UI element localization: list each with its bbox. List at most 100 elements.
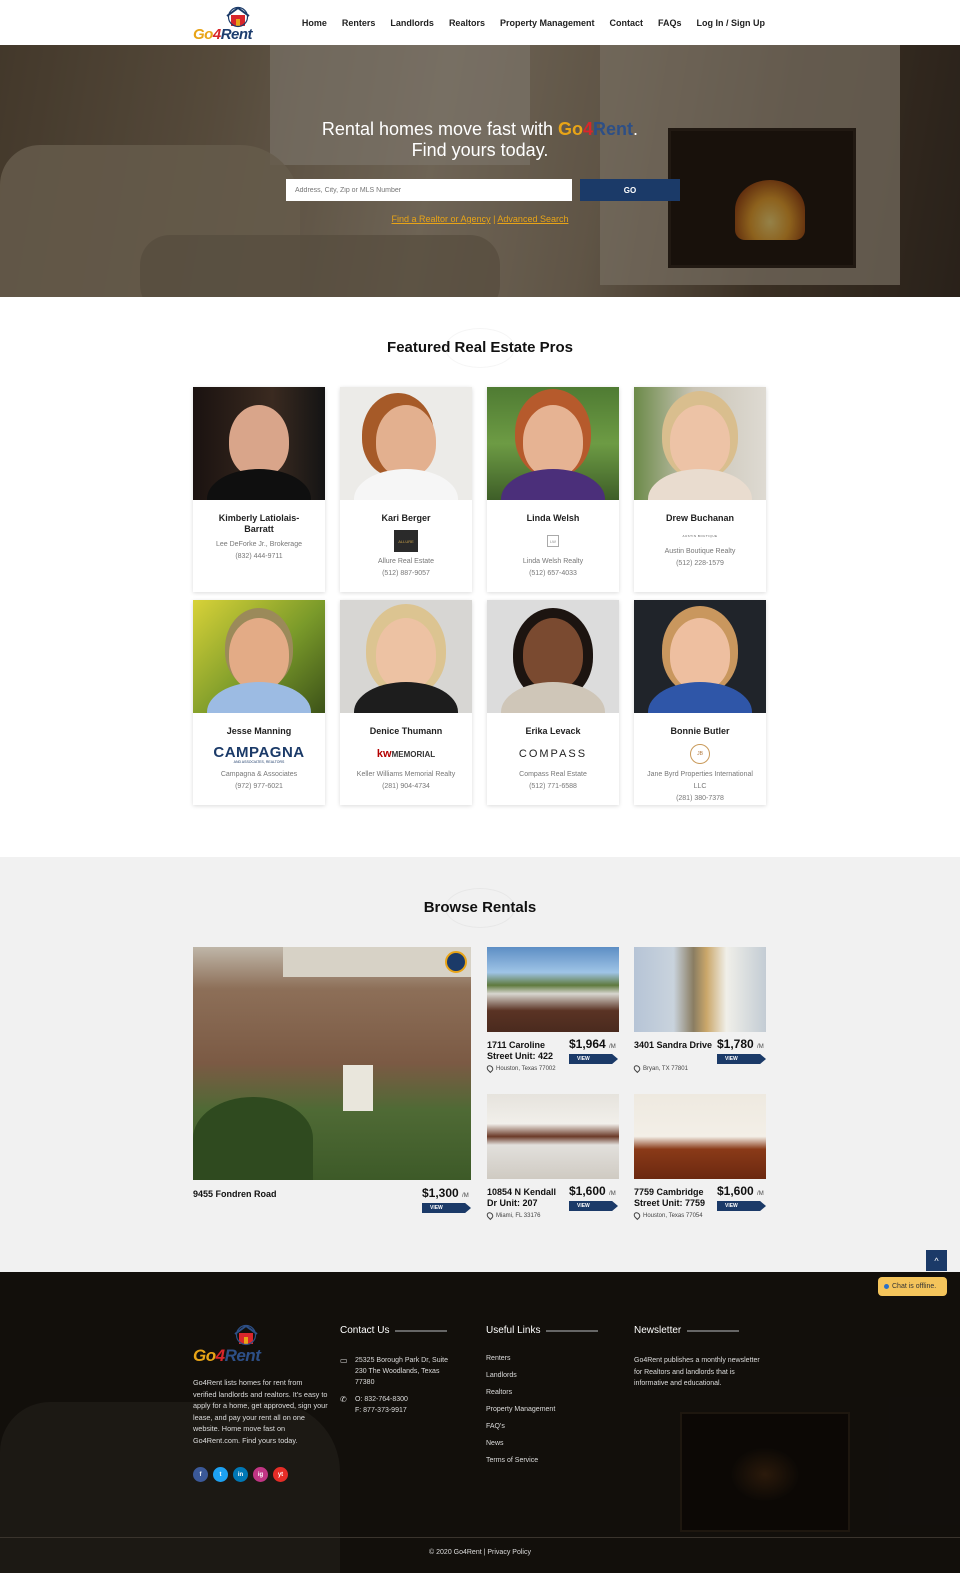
agent-name: Drew Buchanan bbox=[665, 513, 734, 523]
agent-name: Linda Welsh bbox=[526, 513, 580, 523]
rental-title[interactable]: 1711 Caroline Street Unit: 422 bbox=[487, 1040, 567, 1062]
footer-link-terms[interactable]: Terms of Service bbox=[486, 1457, 555, 1474]
hero-headline: Rental homes move fast with Go4Rent. Fin… bbox=[321, 119, 639, 160]
footer-phone: ✆ O: 832-764-8300 F: 877-373-9917 bbox=[340, 1395, 408, 1414]
agent-brokerage-logo: JB bbox=[634, 743, 766, 765]
rental-photo[interactable] bbox=[193, 947, 471, 1180]
site-footer: Go4Rent Go4Rent lists homes for rent fro… bbox=[0, 1272, 960, 1573]
nav-faqs[interactable]: FAQs bbox=[658, 18, 682, 28]
rental-photo[interactable] bbox=[634, 947, 766, 1032]
view-button[interactable]: VIEW bbox=[422, 1203, 471, 1213]
rental-title[interactable]: 3401 Sandra Drive bbox=[634, 1040, 714, 1051]
brand-wordmark: Go4Rent bbox=[193, 1346, 261, 1365]
agent-card[interactable]: Kimberly Latiolais-Barratt Lee DeForke J… bbox=[193, 387, 325, 592]
rental-price: $1,600 /M bbox=[569, 1184, 616, 1198]
agent-brokerage-logo: COMPASS bbox=[518, 748, 588, 760]
agent-phone: (512) 657-4033 bbox=[529, 570, 577, 577]
agent-company: Allure Real Estate bbox=[377, 558, 435, 565]
rental-location: Miami, FL 33176 bbox=[485, 1210, 567, 1221]
agent-brokerage-logo: ALLURE bbox=[340, 530, 472, 552]
agent-brokerage-logo: LW bbox=[487, 530, 619, 552]
rental-title[interactable]: 10854 N Kendall Dr Unit: 207 bbox=[487, 1187, 567, 1209]
hero-links: Find a Realtor or Agency | Advanced Sear… bbox=[391, 214, 569, 224]
agent-phone: (832) 444-9711 bbox=[235, 553, 283, 560]
nav-login-signup[interactable]: Log In / Sign Up bbox=[697, 18, 766, 28]
agent-card[interactable]: Drew Buchanan AUSTIN BOUTIQUE Austin Bou… bbox=[634, 387, 766, 592]
agent-phone: (281) 380-7378 bbox=[676, 795, 724, 802]
youtube-icon[interactable]: yt bbox=[273, 1467, 288, 1482]
go4rent-badge-icon bbox=[445, 951, 467, 973]
footer-link-renters[interactable]: Renters bbox=[486, 1355, 555, 1372]
footer-link-landlords[interactable]: Landlords bbox=[486, 1372, 555, 1389]
rental-title[interactable]: 7759 Cambridge Street Unit: 7759 bbox=[634, 1187, 714, 1209]
nav-landlords[interactable]: Landlords bbox=[390, 18, 434, 28]
rental-title[interactable]: 9455 Fondren Road bbox=[193, 1189, 393, 1200]
rental-photo[interactable] bbox=[487, 1094, 619, 1179]
agent-phone: (512) 771-6588 bbox=[529, 783, 577, 790]
nav-contact[interactable]: Contact bbox=[609, 18, 643, 28]
nav-home[interactable]: Home bbox=[302, 18, 327, 28]
agent-name: Denice Thumann bbox=[369, 726, 443, 736]
browse-rentals-title: Browse Rentals bbox=[423, 899, 537, 916]
footer-logo[interactable]: Go4Rent bbox=[193, 1324, 268, 1365]
newsletter-heading: Newsletter bbox=[634, 1325, 740, 1336]
view-button[interactable]: VIEW bbox=[717, 1201, 766, 1211]
agent-phone: (512) 228-1579 bbox=[676, 560, 724, 567]
agent-card[interactable]: Kari Berger ALLURE Allure Real Estate (5… bbox=[340, 387, 472, 592]
footer-link-realtors[interactable]: Realtors bbox=[486, 1389, 555, 1406]
nav-realtors[interactable]: Realtors bbox=[449, 18, 485, 28]
agent-company: Austin Boutique Realty bbox=[664, 548, 736, 555]
nav-property-management[interactable]: Property Management bbox=[500, 18, 595, 28]
footer-address: ▭ 25325 Borough Park Dr, Suite 230 The Wo… bbox=[340, 1356, 449, 1386]
site-header: Go4Rent Home Renters Landlords Realtors … bbox=[0, 0, 960, 45]
facebook-icon[interactable]: f bbox=[193, 1467, 208, 1482]
agent-card[interactable]: Jesse Manning CAMPAGNA AND ASSOCIATES, R… bbox=[193, 600, 325, 805]
agent-card[interactable]: Bonnie Butler JB Jane Byrd Properties In… bbox=[634, 600, 766, 805]
featured-pros-title: Featured Real Estate Pros bbox=[387, 339, 573, 356]
footer-about: Go4Rent lists homes for rent from verifi… bbox=[193, 1378, 328, 1445]
rental-photo[interactable] bbox=[487, 947, 619, 1032]
agent-photo bbox=[340, 387, 472, 500]
instagram-icon[interactable]: ig bbox=[253, 1467, 268, 1482]
agent-company: Jane Byrd Properties International LLC bbox=[647, 771, 753, 790]
view-button[interactable]: VIEW bbox=[569, 1201, 618, 1211]
view-button[interactable]: VIEW bbox=[569, 1054, 618, 1064]
agent-photo bbox=[340, 600, 472, 713]
brand-wordmark: Go4Rent bbox=[193, 26, 253, 43]
advanced-search-link[interactable]: Advanced Search bbox=[497, 214, 568, 224]
agent-brokerage-logo: kw MEMORIAL bbox=[376, 748, 436, 760]
search-go-button[interactable]: GO bbox=[580, 179, 680, 201]
house-logo-icon bbox=[226, 6, 250, 28]
agent-name: Kari Berger bbox=[381, 513, 431, 523]
rental-photo[interactable] bbox=[634, 1094, 766, 1179]
rental-location: Houston, Texas 77002 bbox=[485, 1063, 557, 1074]
location-pin-icon bbox=[632, 1063, 642, 1074]
twitter-icon[interactable]: t bbox=[213, 1467, 228, 1482]
linkedin-icon[interactable]: in bbox=[233, 1467, 248, 1482]
footer-link-faqs[interactable]: FAQ's bbox=[486, 1423, 555, 1440]
agent-photo bbox=[193, 387, 325, 500]
rental-price: $1,964 /M bbox=[569, 1037, 616, 1051]
agent-name: Bonnie Butler bbox=[670, 726, 730, 736]
footer-link-property-management[interactable]: Property Management bbox=[486, 1406, 555, 1423]
footer-link-news[interactable]: News bbox=[486, 1440, 555, 1457]
agent-card[interactable]: Linda Welsh LW Linda Welsh Realty (512) … bbox=[487, 387, 619, 592]
agent-name: Jesse Manning bbox=[226, 726, 292, 736]
rental-price: $1,780 /M bbox=[717, 1037, 764, 1051]
agent-card[interactable]: Erika Levack COMPASS Compass Real Estate… bbox=[487, 600, 619, 805]
search-input[interactable] bbox=[286, 179, 572, 201]
back-to-top-button[interactable]: ^ bbox=[926, 1250, 947, 1271]
agent-brokerage-logo: CAMPAGNA AND ASSOCIATES, REALTORS bbox=[213, 743, 305, 764]
chat-widget[interactable]: Chat is offline. bbox=[878, 1277, 947, 1296]
agent-phone: (281) 904-4734 bbox=[382, 783, 430, 790]
copyright[interactable]: © 2020 Go4Rent | Privacy Policy bbox=[0, 1549, 960, 1556]
find-realtor-link[interactable]: Find a Realtor or Agency bbox=[392, 214, 491, 224]
nav-renters[interactable]: Renters bbox=[342, 18, 376, 28]
rental-price: $1,600 /M bbox=[717, 1184, 764, 1198]
agent-card[interactable]: Denice Thumann kw MEMORIAL Keller William… bbox=[340, 600, 472, 805]
location-pin-icon bbox=[485, 1063, 495, 1074]
house-logo-icon bbox=[234, 1324, 258, 1346]
go4rent-logo[interactable]: Go4Rent bbox=[193, 4, 259, 43]
view-button[interactable]: VIEW bbox=[717, 1054, 766, 1064]
useful-links: Renters Landlords Realtors Property Mana… bbox=[486, 1355, 555, 1474]
